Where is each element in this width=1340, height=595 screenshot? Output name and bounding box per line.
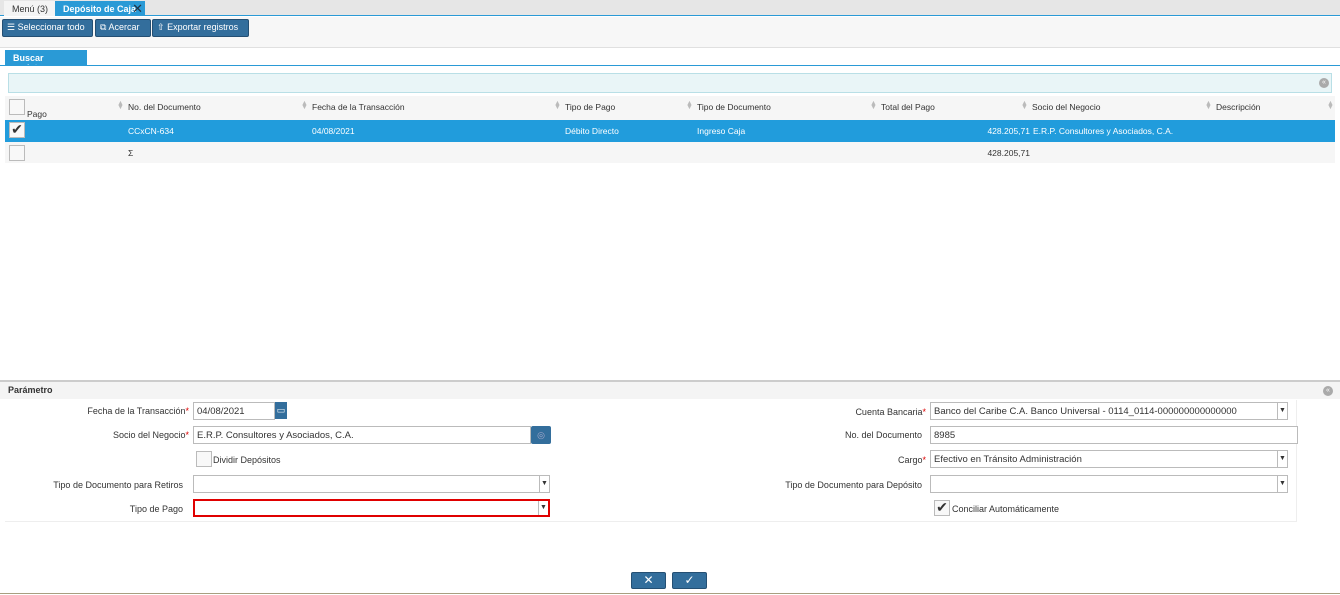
tab-deposito-caja[interactable]: Depósito de Caja ✕: [55, 1, 145, 16]
dropdown-icon[interactable]: ▼: [1277, 476, 1287, 492]
column-header-payment-type[interactable]: Tipo de Pago: [565, 102, 615, 112]
withdraw-doc-label: Tipo de Documento para Retiros: [53, 480, 183, 490]
partner-input[interactable]: E.R.P. Consultores y Asociados, C.A.: [193, 426, 531, 444]
tab-label: Depósito de Caja: [63, 4, 137, 14]
tab-menu[interactable]: Menú (3): [4, 1, 57, 16]
close-icon: ✕: [643, 573, 654, 587]
zoom-button[interactable]: ⧉ Acercar: [95, 19, 151, 37]
column-header-doc[interactable]: No. del Documento: [128, 102, 201, 112]
deposit-doc-label: Tipo de Documento para Depósito: [785, 480, 922, 490]
search-panel[interactable]: [8, 73, 1332, 93]
collapse-icon[interactable]: «: [1319, 78, 1329, 88]
cell-doc-type: Ingreso Caja: [697, 126, 746, 136]
cancel-button[interactable]: ✕: [631, 572, 666, 589]
tab-search-records[interactable]: Buscar registros: [5, 50, 87, 73]
export-label: Exportar registros: [167, 22, 239, 32]
sum-symbol: Σ: [128, 148, 134, 158]
dropdown-icon[interactable]: ▼: [538, 501, 548, 515]
params-header: Parámetro: [0, 382, 1340, 399]
ok-button[interactable]: ✓: [672, 572, 707, 589]
sort-icon[interactable]: ▲ ▼: [301, 100, 308, 111]
dropdown-icon[interactable]: ▼: [1277, 451, 1287, 467]
column-header-description[interactable]: Descripción: [1216, 102, 1260, 112]
date-label: Fecha de la Transacción*: [87, 406, 189, 416]
sort-icon[interactable]: ▲ ▼: [1205, 100, 1212, 111]
close-icon[interactable]: ✕: [132, 1, 143, 17]
select-all-button[interactable]: ☰ Seleccionar todo: [2, 19, 93, 37]
tab-bar: [0, 0, 1340, 16]
column-header-total[interactable]: Total del Pago: [881, 102, 935, 112]
payment-type-label: Tipo de Pago: [129, 504, 183, 514]
split-deposits-label: Dividir Depósitos: [213, 455, 281, 465]
payment-type-select[interactable]: ▼: [193, 499, 550, 517]
date-input[interactable]: 04/08/2021: [193, 402, 275, 420]
export-icon: ⇧: [157, 22, 165, 32]
column-header-partner[interactable]: Socio del Negocio: [1032, 102, 1101, 112]
sum-row-checkbox[interactable]: [9, 145, 25, 161]
sort-icon[interactable]: ▲ ▼: [870, 100, 877, 111]
check-icon: ✔: [11, 121, 23, 137]
sort-icon[interactable]: ▲ ▼: [1021, 100, 1028, 111]
zoom-icon: ⧉: [100, 22, 107, 32]
charge-select[interactable]: Efectivo en Tránsito Administración ▼: [930, 450, 1288, 468]
docno-label: No. del Documento: [844, 430, 922, 440]
zoom-label: Acercar: [108, 22, 140, 32]
split-deposits-checkbox[interactable]: [196, 451, 212, 467]
select-all-label: Seleccionar todo: [17, 22, 85, 32]
calendar-icon[interactable]: ▭: [275, 402, 287, 419]
charge-label: Cargo*: [897, 455, 926, 465]
sort-icon[interactable]: ▲ ▼: [1327, 100, 1334, 111]
divider: [0, 593, 1340, 594]
cell-payment-type: Débito Directo: [565, 126, 619, 136]
collapse-icon[interactable]: «: [1323, 386, 1333, 396]
column-header-pago[interactable]: Pago: [27, 109, 47, 119]
list-icon: ☰: [7, 22, 16, 32]
sort-icon[interactable]: ▲ ▼: [686, 100, 693, 111]
cell-doc: CCxCN-634: [128, 126, 174, 136]
column-header-doc-type[interactable]: Tipo de Documento: [697, 102, 771, 112]
reconcile-label: Conciliar Automáticamente: [952, 504, 1060, 514]
sort-icon[interactable]: ▲ ▼: [554, 100, 561, 111]
bank-account-label: Cuenta Bancaria*: [855, 407, 926, 417]
cell-partner: E.R.P. Consultores y Asociados, C.A.: [1033, 126, 1174, 136]
check-icon: ✔: [936, 499, 948, 515]
search-icon[interactable]: ◎: [531, 426, 551, 444]
dropdown-icon[interactable]: ▼: [1277, 403, 1287, 419]
sort-icon[interactable]: ▲ ▼: [117, 100, 124, 111]
column-header-date[interactable]: Fecha de la Transacción: [312, 102, 405, 112]
check-icon: ✓: [684, 573, 695, 587]
sum-total: 428.205,71: [987, 148, 1030, 158]
select-all-checkbox[interactable]: [9, 99, 25, 115]
withdraw-doc-select[interactable]: ▼: [193, 475, 550, 493]
bank-account-select[interactable]: Banco del Caribe C.A. Banco Universal - …: [930, 402, 1288, 420]
divider: [0, 65, 1340, 66]
row-checkbox[interactable]: ✔: [9, 122, 25, 138]
deposit-doc-select[interactable]: ▼: [930, 475, 1288, 493]
reconcile-checkbox[interactable]: ✔: [934, 500, 950, 516]
cell-total: 428.205,71: [987, 126, 1030, 136]
dropdown-icon[interactable]: ▼: [539, 476, 549, 492]
partner-label: Socio del Negocio*: [112, 430, 189, 440]
docno-input[interactable]: 8985: [930, 426, 1298, 444]
export-button[interactable]: ⇧ Exportar registros: [152, 19, 249, 37]
sum-row: [5, 143, 1335, 163]
cell-date: 04/08/2021: [312, 126, 355, 136]
